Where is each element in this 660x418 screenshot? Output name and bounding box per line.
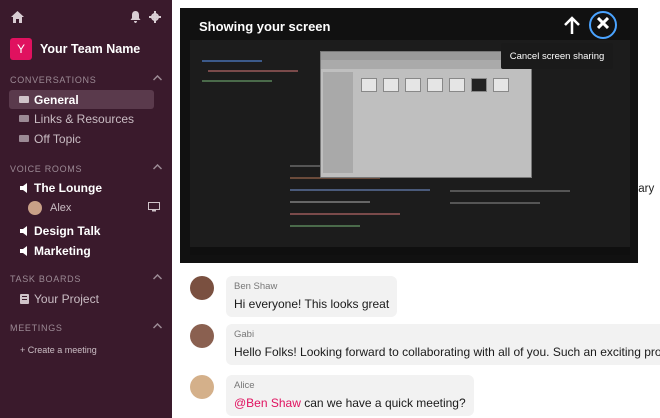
- window-toolbar: [321, 60, 531, 69]
- close-icon: [596, 16, 610, 34]
- sidebar-item-label: The Lounge: [34, 180, 102, 195]
- avatar: [190, 276, 214, 300]
- sidebar-toolbar: [11, 10, 161, 26]
- sidebar-item-marketing[interactable]: Marketing: [9, 241, 154, 260]
- speaker-icon: [18, 182, 30, 193]
- shared-file-window: [320, 51, 532, 178]
- sidebar-item-the-lounge[interactable]: The Lounge: [9, 178, 154, 197]
- gear-icon[interactable]: [149, 10, 161, 28]
- bell-icon[interactable]: [130, 10, 141, 28]
- chat-icon: [18, 95, 30, 104]
- section-task-boards[interactable]: TASK BOARDS: [10, 272, 163, 284]
- cancel-share-button[interactable]: [589, 11, 617, 39]
- chevron-up-icon[interactable]: [152, 321, 163, 331]
- code-line: [202, 80, 272, 82]
- code-line: [450, 202, 540, 204]
- sidebar-item-links-resources[interactable]: Links & Resources: [9, 109, 154, 128]
- sidebar-item-label: Links & Resources: [34, 111, 135, 126]
- message-author: Ben Shaw: [234, 281, 278, 292]
- team-avatar: Y: [10, 38, 32, 60]
- message-text: Hello Folks! Looking forward to collabor…: [234, 345, 660, 359]
- window-sidebar: [323, 72, 353, 173]
- create-meeting-link[interactable]: + Create a meeting: [20, 345, 97, 355]
- file-icon: [493, 78, 509, 92]
- message-text: @Ben Shaw can we have a quick meeting?: [234, 396, 466, 410]
- code-line: [202, 60, 262, 62]
- team-name: Your Team Name: [40, 42, 141, 56]
- chevron-up-icon[interactable]: [152, 73, 163, 83]
- section-label: CONVERSATIONS: [10, 75, 97, 85]
- section-label: TASK BOARDS: [10, 274, 82, 284]
- shared-screen-preview: [190, 40, 630, 255]
- code-line: [290, 201, 370, 203]
- message-bubble: Ben Shaw Hi everyone! This looks great: [226, 276, 398, 317]
- sidebar-item-label: General: [34, 92, 79, 107]
- chat-icon: [18, 114, 30, 123]
- file-icon: [405, 78, 421, 92]
- file-icon: [427, 78, 443, 92]
- monitor-icon: [148, 202, 160, 215]
- shared-taskbar: [190, 247, 630, 255]
- sidebar-item-your-project[interactable]: Your Project: [9, 289, 154, 308]
- sidebar-item-off-topic[interactable]: Off Topic: [9, 129, 154, 148]
- section-meetings[interactable]: MEETINGS: [10, 321, 163, 333]
- user-mention[interactable]: @Ben Shaw: [234, 396, 301, 410]
- home-icon[interactable]: [11, 10, 24, 28]
- section-label: VOICE ROOMS: [10, 164, 83, 174]
- file-icon: [449, 78, 465, 92]
- participant-name: Alex: [50, 202, 72, 214]
- message-text-body: can we have a quick meeting?: [300, 396, 466, 410]
- screen-share-title: Showing your screen: [199, 19, 331, 34]
- message-author: Alice: [234, 380, 255, 391]
- file-icon: [361, 78, 377, 92]
- section-label: MEETINGS: [10, 323, 63, 333]
- avatar: [190, 375, 214, 399]
- code-line: [208, 70, 298, 72]
- code-line: [290, 189, 430, 191]
- arrow-up-icon[interactable]: [562, 16, 582, 36]
- cancel-share-tooltip: Cancel screen sharing: [501, 43, 613, 69]
- chat-icon: [18, 134, 30, 143]
- code-line: [290, 225, 360, 227]
- speaker-icon: [18, 225, 30, 236]
- message-bubble: Alice @Ben Shaw can we have a quick meet…: [226, 375, 474, 416]
- board-icon: [18, 293, 30, 304]
- file-icon: [383, 78, 399, 92]
- sidebar-item-label: Marketing: [34, 243, 91, 258]
- team-header[interactable]: Y Your Team Name: [10, 38, 140, 60]
- section-conversations[interactable]: CONVERSATIONS: [10, 73, 163, 85]
- file-icon: [471, 78, 487, 92]
- chevron-up-icon[interactable]: [152, 162, 163, 172]
- sidebar: Y Your Team Name CONVERSATIONS General L…: [0, 0, 172, 418]
- message-bubble: Gabi Hello Folks! Looking forward to col…: [226, 324, 660, 365]
- section-voice-rooms[interactable]: VOICE ROOMS: [10, 162, 163, 174]
- sidebar-item-label: Your Project: [34, 291, 99, 306]
- sidebar-item-label: Off Topic: [34, 131, 81, 146]
- message-author: Gabi: [234, 329, 255, 340]
- window-titlebar: [321, 52, 531, 60]
- chevron-up-icon[interactable]: [152, 272, 163, 282]
- sidebar-item-general[interactable]: General: [9, 90, 154, 109]
- avatar: [190, 324, 214, 348]
- code-line: [290, 213, 400, 215]
- code-line: [450, 190, 570, 192]
- voice-participant[interactable]: Alex: [28, 199, 162, 217]
- message-text: Hi everyone! This looks great: [234, 297, 390, 311]
- speaker-icon: [18, 245, 30, 256]
- sidebar-item-label: Design Talk: [34, 223, 101, 238]
- sidebar-item-design-talk[interactable]: Design Talk: [9, 221, 154, 240]
- avatar: [28, 201, 42, 215]
